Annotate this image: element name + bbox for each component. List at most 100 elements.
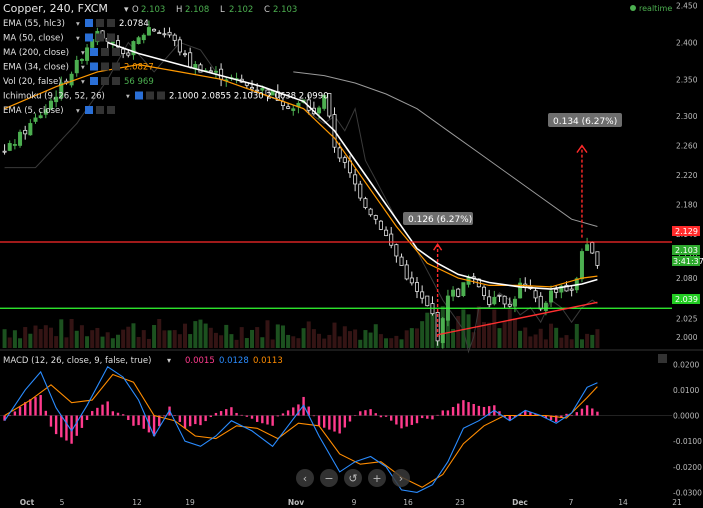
candle-body — [595, 251, 600, 266]
zoom-out-icon[interactable]: − — [324, 472, 333, 485]
indicator-close-icon[interactable] — [112, 48, 120, 56]
macd-hist-bar — [292, 407, 295, 416]
reset-icon[interactable]: ↺ — [348, 472, 357, 485]
indicator-settings-icon[interactable] — [96, 19, 104, 27]
current-price: 2.103 — [675, 246, 698, 255]
macd-hist-bar — [353, 415, 357, 417]
candle-body — [342, 157, 347, 163]
measure-label-upper[interactable]: 0.134 (6.27%) — [548, 113, 622, 127]
indicator-dropdown-icon[interactable]: ▾ — [76, 106, 80, 115]
candle-body — [389, 233, 394, 246]
macd-hist-bar — [585, 405, 589, 416]
indicator-close-icon[interactable] — [112, 62, 120, 71]
indicator-settings-icon[interactable] — [101, 62, 109, 71]
indicator-settings-icon[interactable] — [96, 106, 104, 114]
volume-bar — [275, 324, 280, 348]
price-tick-label: 2.260 — [676, 142, 698, 151]
volume-bar — [38, 329, 43, 348]
volume-bar — [167, 330, 172, 348]
indicator-close-icon[interactable] — [107, 106, 115, 114]
volume-bar — [136, 337, 141, 348]
indicator-dropdown-icon[interactable]: ▾ — [81, 77, 85, 86]
macd-hist-bar — [111, 411, 115, 416]
candle-body — [183, 53, 188, 56]
volume-bar — [409, 328, 414, 348]
indicator-visibility-icon[interactable] — [85, 19, 93, 27]
indicator-label[interactable]: EMA (5, close) — [3, 106, 64, 116]
macd-tick-label: 0.0200 — [673, 360, 699, 369]
time-tick-label: 14 — [618, 498, 628, 507]
macd-hist-bar — [570, 415, 573, 417]
scroll-right-icon[interactable]: › — [399, 472, 403, 485]
volume-bar — [358, 339, 363, 348]
candle-body — [162, 33, 167, 36]
macd-hist-bar — [472, 403, 475, 416]
indicator-value: 2.1000 2.0855 2.1030 2.0638 2.0990 — [169, 92, 329, 102]
volume-bar — [115, 334, 120, 348]
candle-body — [451, 289, 456, 297]
expand-pane-icon[interactable] — [658, 354, 667, 363]
macd-dropdown-icon[interactable]: ▾ — [167, 356, 171, 365]
volume-bar — [549, 323, 554, 348]
indicator-settings-icon[interactable] — [96, 33, 104, 42]
volume-bar — [224, 324, 229, 348]
volume-bar — [574, 323, 579, 348]
chart-title[interactable]: Copper, 240, FXCM — [3, 2, 108, 15]
macd-hist-bar — [39, 395, 42, 416]
volume-bar — [23, 327, 28, 348]
volume-bar — [518, 330, 523, 348]
symbol-dropdown-icon[interactable]: ▾ — [124, 5, 129, 15]
zoom-in-icon[interactable]: + — [372, 472, 381, 485]
indicator-visibility-icon[interactable] — [90, 77, 98, 85]
candle-body — [585, 244, 590, 251]
indicator-dropdown-icon[interactable]: ▾ — [81, 48, 85, 57]
indicator-dropdown-icon[interactable]: ▾ — [76, 19, 80, 28]
indicator-settings-icon[interactable] — [101, 77, 109, 85]
candle-body — [85, 47, 90, 61]
indicator-dropdown-icon[interactable]: ▾ — [81, 63, 85, 72]
macd-label[interactable]: MACD (12, 26, close, 9, false, true) — [3, 356, 151, 366]
indicator-visibility-icon[interactable] — [135, 91, 143, 100]
indicator-label[interactable]: MA (200, close) — [3, 48, 69, 58]
indicator-label[interactable]: Vol (20, false) — [3, 77, 62, 87]
indicator-dropdown-icon[interactable]: ▾ — [76, 34, 80, 43]
macd-hist-bar — [374, 413, 377, 416]
macd-hist-bar — [271, 415, 274, 426]
indicator-visibility-icon[interactable] — [90, 48, 98, 56]
candle-body — [420, 291, 425, 299]
indicator-settings-icon[interactable] — [101, 48, 109, 56]
indicator-settings-icon[interactable] — [146, 91, 154, 100]
indicator-label[interactable]: EMA (34, close) — [3, 63, 69, 73]
indicator-label[interactable]: EMA (55, hlc3) — [3, 19, 65, 29]
indicator-visibility-icon[interactable] — [85, 33, 93, 42]
indicator-close-icon[interactable] — [107, 33, 115, 42]
volume-bar — [291, 336, 296, 348]
time-tick-label: 19 — [185, 498, 195, 507]
macd-hist-bar — [65, 415, 68, 441]
time-tick-label: 23 — [455, 498, 465, 507]
indicator-close-icon[interactable] — [157, 91, 165, 100]
indicator-visibility-icon[interactable] — [85, 106, 93, 114]
volume-bar — [265, 320, 270, 348]
measure-label-lower[interactable]: 0.126 (6.27%) — [403, 212, 473, 225]
macd-hist-bar — [281, 413, 285, 416]
indicator-close-icon[interactable] — [112, 77, 120, 85]
ohlc-key: H — [176, 5, 182, 15]
candle-body — [440, 318, 445, 344]
indicator-close-icon[interactable] — [107, 19, 115, 27]
volume-bar — [502, 321, 507, 348]
macd-hist-bar — [482, 406, 486, 416]
volume-bar — [95, 327, 100, 348]
volume-bar — [414, 328, 419, 348]
volume-bar — [172, 330, 177, 348]
macd-hist-bar — [116, 412, 120, 416]
macd-hist-bar — [477, 405, 481, 416]
macd-hist-bar — [328, 415, 331, 430]
indicator-visibility-icon[interactable] — [90, 62, 98, 71]
macd-hist-bar — [322, 415, 326, 428]
volume-bar — [538, 328, 543, 348]
indicator-label[interactable]: MA (50, close) — [3, 34, 64, 44]
scroll-left-icon[interactable]: ‹ — [303, 472, 307, 485]
indicator-dropdown-icon[interactable]: ▾ — [126, 92, 130, 101]
indicator-label[interactable]: Ichimoku (9, 26, 52, 26) — [3, 92, 105, 102]
